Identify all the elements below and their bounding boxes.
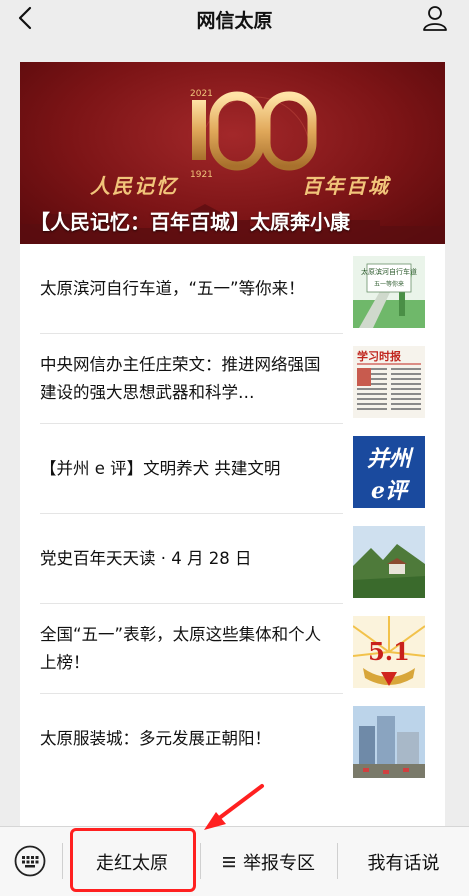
list-item[interactable]: 党史百年天天读 · 4 月 28 日	[20, 514, 445, 604]
thumb-sub: 五一等你来	[374, 280, 404, 288]
article-thumbnail: 并州 e评	[353, 436, 425, 508]
thumb-text: 学习时报	[357, 349, 402, 363]
menu-item-label: 举报专区	[243, 852, 315, 874]
logo-year-top: 2021	[190, 89, 213, 99]
thumb-text-2: e评	[371, 478, 411, 504]
article-title[interactable]: 全国“五一”表彰，太原这些集体和个人上榜！	[40, 621, 322, 677]
article-thumbnail: 太原滨河自行车道 五一等你来	[353, 256, 425, 328]
highlight-box	[70, 828, 196, 892]
featured-banner[interactable]: 2021 1921 人民记忆 百年百城 【人民记忆：百年百城】太原奔小康	[20, 62, 445, 244]
keyboard-icon[interactable]	[14, 845, 46, 877]
list-item[interactable]: 太原服装城：多元发展正朝阳！	[20, 694, 445, 784]
divider	[62, 843, 63, 879]
thumb-text: 5.1	[368, 637, 410, 666]
list-item[interactable]: 全国“五一”表彰，太原这些集体和个人上榜！ 5.1	[20, 604, 445, 694]
person-icon[interactable]	[421, 4, 449, 32]
article-thumbnail	[353, 526, 425, 598]
thumb-text: 太原滨河自行车道	[361, 267, 417, 276]
article-title[interactable]: 太原服装城：多元发展正朝阳！	[40, 725, 322, 753]
article-title[interactable]: 党史百年天天读 · 4 月 28 日	[40, 545, 322, 573]
red-arrow-annotation	[204, 784, 264, 830]
menu-item-comment[interactable]: 我有话说	[338, 827, 469, 896]
article-thumbnail: 学习时报	[353, 346, 425, 418]
page-title: 网信太原	[196, 9, 273, 32]
chevron-left-icon[interactable]	[14, 6, 38, 30]
article-title[interactable]: 太原滨河自行车道，“五一”等你来！	[40, 275, 322, 303]
banner-title[interactable]: 【人民记忆：百年百城】太原奔小康	[30, 206, 350, 235]
article-thumbnail	[353, 706, 425, 778]
article-thumbnail: 5.1	[353, 616, 425, 688]
thumb-text-1: 并州	[367, 446, 414, 472]
article-title[interactable]: 中央网信办主任庄荣文：推进网络强国建设的强大思想武器和科学…	[40, 351, 322, 407]
article-list-card: 2021 1921 人民记忆 百年百城 【人民记忆：百年百城】太原奔小康 太原滨…	[20, 62, 445, 832]
list-item[interactable]: 太原滨河自行车道，“五一”等你来！ 太原滨河自行车道 五一等你来	[20, 244, 445, 334]
list-item[interactable]: 中央网信办主任庄荣文：推进网络强国建设的强大思想武器和科学… 学习时报	[20, 334, 445, 424]
list-item[interactable]: 【并州 e 评】文明养犬 共建文明 并州 e评	[20, 424, 445, 514]
article-title[interactable]: 【并州 e 评】文明养犬 共建文明	[40, 455, 322, 483]
menu-lines-icon	[223, 856, 235, 867]
navbar: 网信太原	[0, 0, 469, 38]
menu-item-label: 我有话说	[367, 852, 440, 874]
